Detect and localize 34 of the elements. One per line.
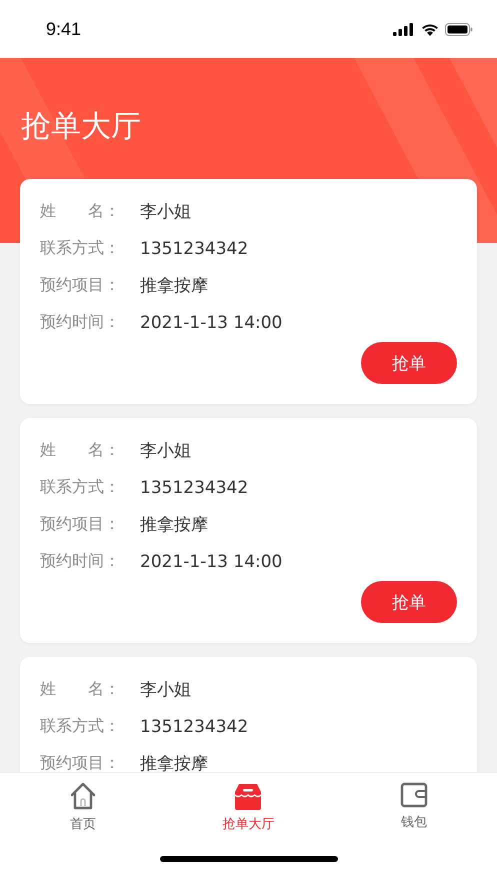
field-label: 预约项目： xyxy=(40,514,121,535)
page-title: 抢单大厅 xyxy=(21,109,141,144)
field-label: 姓 名： xyxy=(40,201,121,222)
status-time: 9:41 xyxy=(46,18,82,40)
field-value: 2021-1-13 14:00 xyxy=(140,312,282,332)
wifi-icon xyxy=(421,22,439,36)
grab-order-button[interactable]: 抢单 xyxy=(361,342,457,384)
field-value: 推拿按摩 xyxy=(140,275,208,297)
field-label: 姓 名： xyxy=(40,679,121,700)
shop-icon xyxy=(233,781,264,811)
field-label: 预约项目： xyxy=(40,275,121,296)
tab-item[interactable]: 钱包 xyxy=(359,781,470,851)
field-value: 推拿按摩 xyxy=(140,753,208,772)
field-value: 1351234342 xyxy=(140,478,248,498)
field-value: 李小姐 xyxy=(140,679,191,701)
field-label: 预约时间： xyxy=(40,312,121,333)
signal-icon xyxy=(393,22,415,36)
field-value: 1351234342 xyxy=(140,238,248,258)
field-value: 2021-1-13 14:00 xyxy=(140,552,282,572)
field-value: 推拿按摩 xyxy=(140,514,208,536)
field-label: 联系方式： xyxy=(40,238,121,259)
tab-item[interactable]: 抢单大厅 xyxy=(193,781,304,851)
field-label: 联系方式： xyxy=(40,477,121,498)
field-label: 预约项目： xyxy=(40,753,121,772)
wallet-icon xyxy=(400,781,428,809)
battery-icon xyxy=(445,22,473,36)
field-value: 1351234342 xyxy=(140,716,248,736)
field-label: 联系方式： xyxy=(40,716,121,737)
grab-order-button[interactable]: 抢单 xyxy=(361,581,457,623)
field-value: 李小姐 xyxy=(140,440,191,462)
tab-item[interactable]: 首页 xyxy=(28,781,138,851)
field-value: 李小姐 xyxy=(140,201,191,223)
field-label: 姓 名： xyxy=(40,440,121,461)
field-label: 预约时间： xyxy=(40,551,121,572)
